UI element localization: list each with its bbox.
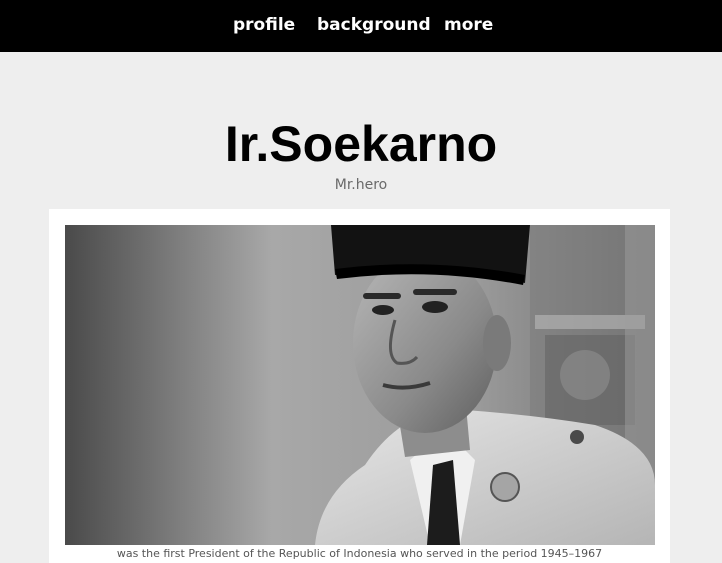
portrait-photo: [65, 225, 655, 545]
nav-link-more[interactable]: more: [444, 14, 493, 36]
profile-card: was the first President of the Republic …: [49, 209, 670, 563]
nav-link-profile[interactable]: profile: [233, 14, 295, 36]
page-title: Ir.Soekarno: [224, 116, 498, 172]
top-navbar: profile background more: [0, 0, 722, 52]
portrait-image: [65, 225, 655, 545]
page-subtitle: Mr.hero: [334, 177, 388, 193]
photo-caption: was the first President of the Republic …: [116, 547, 603, 560]
nav-link-background[interactable]: background: [317, 14, 431, 36]
page: profile background more Ir.Soekarno Mr.h…: [0, 0, 722, 563]
